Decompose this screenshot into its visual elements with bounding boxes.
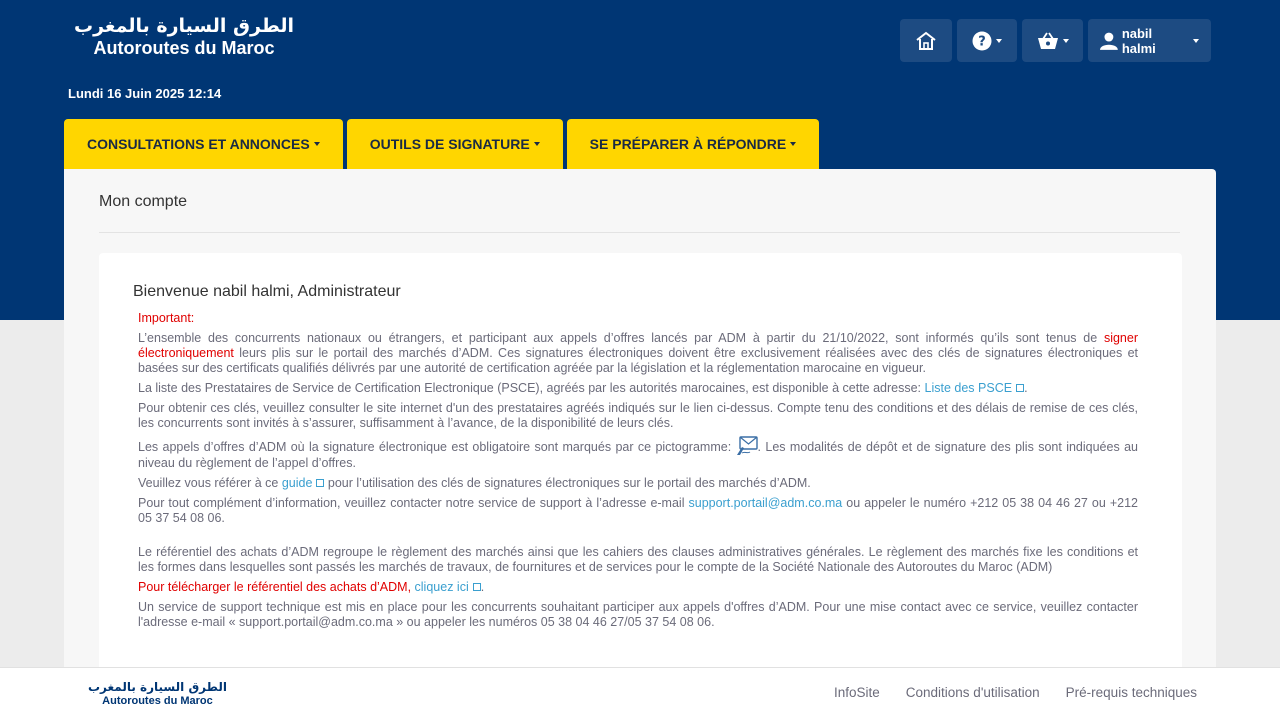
- paragraph-support: Un service de support technique est mis …: [138, 600, 1138, 629]
- guide-link[interactable]: guide: [282, 476, 313, 490]
- footer-link-conditions[interactable]: Conditions d'utilisation: [906, 685, 1040, 700]
- current-date: Lundi 16 Juin 2025 12:14: [68, 86, 222, 101]
- text-span: Pour tout complément d’information, veui…: [138, 496, 689, 510]
- help-menu-button[interactable]: ?: [957, 19, 1017, 62]
- psce-list-link[interactable]: Liste des PSCE: [925, 381, 1013, 395]
- paragraph-signature: L’ensemble des concurrents nationaux ou …: [138, 331, 1138, 376]
- info-text: Important: L’ensemble des concurrents na…: [133, 311, 1138, 630]
- important-label: Important:: [138, 311, 195, 325]
- footer-links: InfoSite Conditions d'utilisation Pré-re…: [834, 685, 1197, 700]
- paragraph-guide: Veuillez vous référer à ce guide pour l’…: [138, 476, 1138, 491]
- logo-arabic-text: الطرق السيارة بالمغرب: [74, 15, 294, 37]
- welcome-heading: Bienvenue nabil halmi, Administrateur: [133, 283, 401, 300]
- support-email-link[interactable]: support.portail@adm.co.ma: [689, 496, 843, 510]
- text-span: L’ensemble des concurrents nationaux ou …: [138, 331, 1104, 345]
- paragraph-contact: Pour tout complément d’information, veui…: [138, 496, 1138, 526]
- external-link-icon: [316, 479, 325, 487]
- welcome-card: Bienvenue nabil halmi, Administrateur Im…: [99, 253, 1182, 673]
- text-span: La liste des Prestataires de Service de …: [138, 381, 925, 395]
- signature-pictogram-icon: [736, 436, 758, 455]
- menu-tab-label: CONSULTATIONS ET ANNONCES: [87, 136, 310, 152]
- text-span: leurs plis sur le portail des marchés d’…: [138, 346, 1138, 375]
- paragraph-download: Pour télécharger le référentiel des acha…: [138, 580, 1138, 595]
- text-span: .: [480, 580, 485, 594]
- paragraph-referentiel: Le référentiel des achats d’ADM regroupe…: [138, 545, 1138, 574]
- chevron-down-icon: [790, 142, 797, 146]
- text-span: Veuillez vous référer à ce: [138, 476, 282, 490]
- menu-tab-signature-tools[interactable]: OUTILS DE SIGNATURE: [346, 119, 563, 169]
- menu-tab-label: OUTILS DE SIGNATURE: [369, 136, 530, 152]
- paragraph-pictogram: Les appels d’offres d’ADM où la signatur…: [138, 436, 1138, 471]
- paragraph-keys: Pour obtenir ces clés, veuillez consulte…: [138, 401, 1138, 430]
- user-icon: [1100, 32, 1118, 50]
- menu-tab-consultations[interactable]: CONSULTATIONS ET ANNONCES: [64, 119, 343, 169]
- main-menu: CONSULTATIONS ET ANNONCES OUTILS DE SIGN…: [64, 119, 820, 169]
- footer-logo-french: Autoroutes du Maroc: [102, 695, 213, 707]
- help-icon: ?: [972, 31, 992, 50]
- user-name: nabil halmi: [1121, 25, 1156, 56]
- chevron-down-icon: [996, 38, 1002, 43]
- title-divider: [99, 232, 1180, 233]
- text-span: pour l’utilisation des clés de signature…: [324, 476, 811, 490]
- logo-french-text: Autoroutes du Maroc: [93, 38, 275, 58]
- main-panel: Mon compte Bienvenue nabil halmi, Admini…: [64, 169, 1216, 689]
- basket-menu-button[interactable]: [1022, 19, 1083, 62]
- svg-text:?: ?: [978, 34, 986, 49]
- footer-link-infosite[interactable]: InfoSite: [834, 685, 880, 700]
- menu-tab-prepare[interactable]: SE PRÉPARER À RÉPONDRE: [566, 119, 820, 169]
- basket-icon: [1037, 32, 1058, 49]
- footer-logo-arabic: الطرق السيارة بالمغرب: [88, 680, 227, 694]
- footer-link-prerequisites[interactable]: Pré-requis techniques: [1066, 685, 1197, 700]
- paragraph-psce: La liste des Prestataires de Service de …: [138, 381, 1138, 396]
- chevron-down-icon: [1193, 38, 1199, 43]
- chevron-down-icon: [533, 142, 540, 146]
- site-logo[interactable]: الطرق السيارة بالمغرب Autoroutes du Maro…: [74, 14, 294, 58]
- external-link-icon: [472, 583, 481, 591]
- page-title: Mon compte: [99, 193, 188, 210]
- text-span: Les appels d’offres d’ADM où la signatur…: [138, 440, 736, 454]
- external-link-icon: [1016, 384, 1025, 392]
- user-menu-button[interactable]: nabil halmi: [1088, 19, 1211, 62]
- footer: الطرق السيارة بالمغرب Autoroutes du Maro…: [0, 667, 1280, 720]
- chevron-down-icon: [313, 142, 320, 146]
- home-button[interactable]: [900, 19, 952, 62]
- chevron-down-icon: [1062, 38, 1069, 43]
- download-link[interactable]: cliquez ici: [415, 580, 469, 594]
- home-icon: [916, 31, 936, 50]
- text-span: .: [1024, 381, 1028, 395]
- header-toolbar: ? nabil halmi: [900, 19, 1211, 62]
- download-label: Pour télécharger le référentiel des acha…: [138, 580, 415, 594]
- menu-tab-label: SE PRÉPARER À RÉPONDRE: [589, 136, 787, 152]
- footer-logo[interactable]: الطرق السيارة بالمغرب Autoroutes du Maro…: [88, 680, 227, 708]
